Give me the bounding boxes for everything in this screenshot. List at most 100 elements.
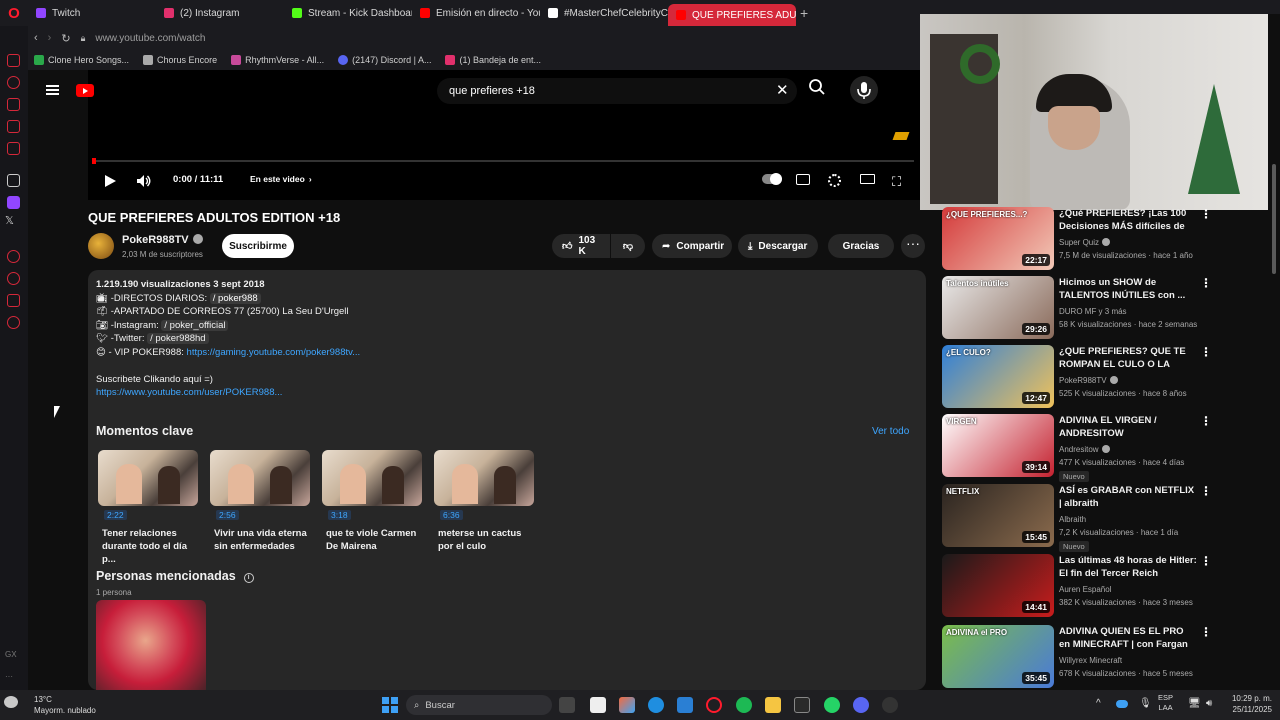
back-icon[interactable]: ‹ — [34, 32, 38, 44]
like-button[interactable]: 👍︎ 103 K — [552, 234, 610, 258]
vip-link[interactable]: https://gaming.youtube.com/poker988tv... — [187, 347, 361, 358]
url-field[interactable]: www.youtube.com/watch — [95, 33, 205, 44]
bookmark-instagram-inbox[interactable]: (1) Bandeja de ent... — [445, 55, 541, 65]
page-scrollbar[interactable] — [1268, 14, 1280, 690]
sidebar-box-icon[interactable] — [7, 294, 20, 307]
kebab-menu-icon[interactable]: ⋮ — [1200, 276, 1212, 290]
store-icon[interactable] — [677, 697, 693, 713]
twitter-link[interactable]: / poker988hd — [147, 333, 209, 344]
video-thumbnail[interactable]: 14:41 — [942, 554, 1054, 617]
browser-tab[interactable]: Stream - Kick Dashboard — [284, 0, 412, 26]
info-icon[interactable]: i — [243, 573, 254, 583]
sidebar-history2-icon[interactable] — [7, 272, 20, 285]
autoplay-toggle[interactable] — [762, 173, 782, 185]
bookmark-clone-hero[interactable]: Clone Hero Songs... — [34, 55, 129, 65]
recommended-video[interactable]: ¿QUE PREFIERES...? 22:17 ¿Qué PREFIERES? ¡… — [942, 207, 1262, 271]
clock[interactable]: 10:29 p. m. 25/11/2025 — [1226, 693, 1272, 715]
sidebar-bag-icon[interactable] — [7, 98, 20, 111]
video-thumbnail[interactable]: VIRGEN 39:14 — [942, 414, 1054, 477]
kebab-menu-icon[interactable]: ⋮ — [1200, 484, 1212, 498]
kebab-menu-icon[interactable]: ⋮ — [1200, 414, 1212, 428]
browser-tab[interactable]: (2) Instagram — [156, 0, 284, 26]
video-channel[interactable]: Andresitow — [1059, 445, 1110, 454]
bookmark-discord[interactable]: (2147) Discord | A... — [338, 55, 431, 65]
thanks-button[interactable]: Gracias — [828, 234, 894, 258]
kebab-menu-icon[interactable]: ⋮ — [1200, 345, 1212, 359]
theater-mode-icon[interactable] — [860, 174, 875, 184]
kebab-menu-icon[interactable]: ⋮ — [1200, 554, 1212, 568]
browser-tab[interactable]: Emisión en directo - YouT — [412, 0, 540, 26]
volume-icon[interactable] — [136, 174, 152, 188]
progress-scrubber[interactable] — [92, 158, 96, 164]
video-title[interactable]: ¿Qué PREFIERES? ¡Las 100 Decisiones MÁS … — [1059, 207, 1197, 233]
key-moment[interactable]: 3:18 que te viole Carmen De Mairena — [322, 450, 422, 553]
subscribe-link[interactable]: https://www.youtube.com/user/POKER988... — [96, 387, 282, 398]
channel-avatar[interactable] — [88, 233, 114, 259]
kebab-menu-icon[interactable]: ⋮ — [1200, 625, 1212, 639]
sidebar-x-icon[interactable]: 𝕏 — [5, 214, 14, 227]
sidebar-messenger-icon[interactable] — [7, 120, 20, 133]
sidebar-home-icon[interactable] — [7, 54, 20, 67]
instagram-link[interactable]: / poker_official — [161, 320, 229, 331]
video-channel[interactable]: Willyrex Minecraft — [1059, 656, 1122, 665]
fullscreen-icon[interactable]: ⛶ — [892, 174, 901, 190]
volume-tray-icon[interactable]: 🔊︎ — [1206, 698, 1212, 709]
clear-search-icon[interactable]: ✕ — [776, 81, 789, 99]
spotify-icon[interactable] — [736, 697, 752, 713]
taskbar-search[interactable]: ⌕ Buscar — [406, 695, 552, 715]
see-all-link[interactable]: Ver todo — [872, 426, 909, 437]
download-button[interactable]: ⤓ Descargar — [738, 234, 818, 258]
recommended-video[interactable]: Talentos inútiles 29:26 Hicimos un SHOW de… — [942, 276, 1262, 340]
sidebar-clock-icon[interactable] — [7, 250, 20, 263]
sidebar-aria-icon[interactable] — [7, 174, 20, 187]
description-panel[interactable]: 1.219.190 visualizaciones 3 sept 2018 📺︎… — [88, 270, 926, 690]
video-thumbnail[interactable]: Talentos inútiles 29:26 — [942, 276, 1054, 339]
bookmark-rhythmverse[interactable]: RhythmVerse - All... — [231, 55, 324, 65]
language-indicator[interactable]: ESP LAA — [1158, 693, 1173, 713]
video-title[interactable]: Las últimas 48 horas de Hitler: El fin d… — [1059, 554, 1197, 580]
sidebar-more-icon[interactable]: ··· — [5, 672, 13, 681]
edge-icon[interactable] — [648, 697, 664, 713]
browser-tab[interactable]: QUE PREFIERES ADULTO — [668, 4, 796, 26]
video-channel[interactable]: Albraith — [1059, 515, 1086, 524]
recommended-video[interactable]: 14:41 Las últimas 48 horas de Hitler: El … — [942, 554, 1262, 618]
file-explorer-icon[interactable] — [765, 697, 781, 713]
sidebar-gx-icon[interactable]: GX — [5, 650, 17, 659]
windows-start-icon[interactable] — [382, 697, 398, 713]
key-moment[interactable]: 2:56 Vivir una vida eterna sin enfermeda… — [210, 450, 310, 553]
video-channel[interactable]: PokeR988TV — [1059, 376, 1118, 385]
microphone-icon[interactable] — [850, 76, 878, 104]
video-title[interactable]: ADIVINA EL VIRGEN / ANDRESITOW — [1059, 414, 1197, 440]
tray-chevron-icon[interactable]: ^ — [1096, 698, 1101, 709]
video-title[interactable]: ASÍ es GRABAR con NETFLIX | albraith — [1059, 484, 1197, 510]
play-icon[interactable] — [104, 174, 117, 188]
search-input[interactable]: que prefieres +18 — [437, 78, 797, 104]
subtitles-icon[interactable] — [796, 174, 810, 185]
video-channel[interactable]: Super Quiz — [1059, 238, 1111, 247]
video-title[interactable]: ¿QUE PREFIERES? QUE TE ROMPAN EL CULO O … — [1059, 345, 1197, 371]
epic-games-icon[interactable] — [794, 697, 810, 713]
recommended-video[interactable]: ¿EL CULO? 12:47 ¿QUE PREFIERES? QUE TE ROM… — [942, 345, 1262, 409]
recommended-video[interactable]: ADIVINA el PRO 35:45 ADIVINA QUIEN ES EL P… — [942, 625, 1262, 689]
opera-logo-icon[interactable]: O — [0, 0, 28, 26]
youtube-logo-icon[interactable] — [76, 84, 94, 97]
obs-icon[interactable] — [882, 697, 898, 713]
weather-widget[interactable]: 13°C Mayorm. nublado — [34, 694, 96, 716]
capcut-icon[interactable] — [590, 697, 606, 713]
mic-tray-icon[interactable]: 🎙︎ — [1139, 698, 1152, 709]
reload-icon[interactable]: ↻ — [61, 32, 70, 45]
chapter-button[interactable]: En este video › — [250, 174, 312, 184]
search-icon[interactable] — [808, 78, 832, 104]
whatsapp-icon[interactable] — [824, 697, 840, 713]
task-view-icon[interactable] — [559, 697, 575, 713]
channel-name[interactable]: PokeR988TV — [122, 234, 203, 246]
key-moment[interactable]: 6:36 meterse un cactus por el culo — [434, 450, 534, 553]
copilot-icon[interactable] — [619, 697, 635, 713]
opera-gx-icon[interactable] — [706, 697, 722, 713]
dislike-button[interactable]: 👎︎ — [611, 234, 645, 258]
recommended-video[interactable]: NETFLIX 15:45 ASÍ es GRABAR con NETFLIX | … — [942, 484, 1262, 552]
person-thumbnail[interactable] — [96, 600, 206, 690]
subscribe-button[interactable]: Suscribirme — [222, 234, 294, 258]
sidebar-maps-icon[interactable] — [7, 142, 20, 155]
video-channel[interactable]: Auren Español — [1059, 585, 1111, 594]
